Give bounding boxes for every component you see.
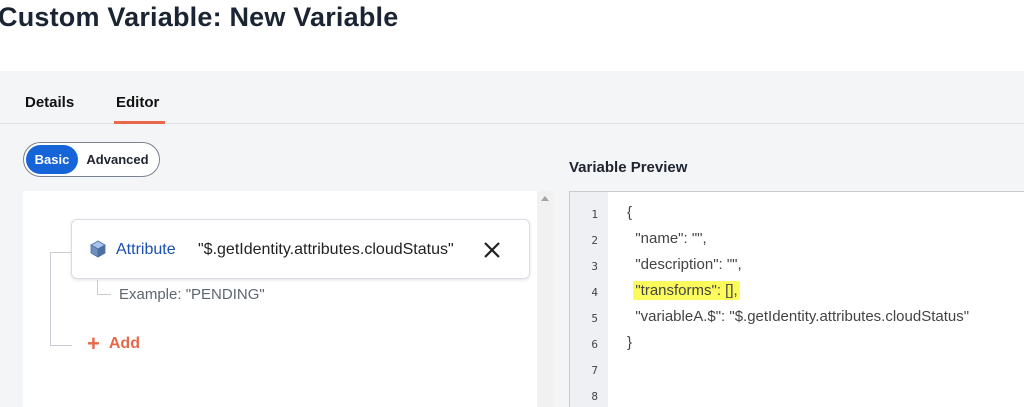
attribute-card[interactable]: Attribute "$.getIdentity.attributes.clou…: [71, 219, 530, 279]
tab-details[interactable]: Details: [25, 94, 74, 111]
tree-connector-add: [50, 345, 72, 346]
example-value: Example: "PENDING": [119, 286, 265, 303]
line-number: 7: [591, 364, 598, 377]
highlighted-code: "transforms": [],: [633, 281, 740, 300]
page-title: Custom Variable: New Variable: [0, 2, 399, 32]
line-number: 6: [591, 338, 598, 351]
line-number: 2: [591, 234, 598, 247]
line-number: 3: [591, 260, 598, 273]
example-connector-h: [97, 294, 111, 295]
scroll-up-icon[interactable]: [541, 196, 549, 201]
code-line: {: [627, 204, 633, 221]
basic-mode-button[interactable]: Basic: [26, 145, 78, 174]
example-connector: [97, 280, 98, 294]
advanced-mode-button[interactable]: Advanced: [78, 152, 157, 167]
code-preview-editor[interactable]: 1 2 3 4 5 6 7 8 { "name": "", "descripti…: [569, 191, 1024, 407]
line-number: 5: [591, 312, 598, 325]
attribute-value: "$.getIdentity.attributes.cloudStatus": [198, 241, 454, 258]
plus-icon: +: [87, 331, 100, 356]
code-line: "name": "",: [627, 230, 707, 247]
preview-title: Variable Preview: [569, 159, 688, 176]
add-label: Add: [108, 335, 140, 352]
code-line: }: [627, 334, 633, 351]
tab-bar: Details Editor: [0, 71, 1024, 124]
line-number: 8: [591, 390, 598, 403]
line-number: 4: [591, 286, 598, 299]
tree-connector: [50, 252, 72, 253]
line-number: 1: [591, 208, 598, 221]
mode-toggle: Basic Advanced: [23, 142, 160, 177]
code-line: "variableA.$": "$.getIdentity.attributes…: [627, 308, 970, 325]
close-icon[interactable]: [482, 240, 502, 260]
add-button[interactable]: + Add: [87, 331, 140, 356]
tree-connector-vertical: [50, 252, 51, 345]
tab-editor[interactable]: Editor: [116, 94, 159, 111]
line-number-gutter: 1 2 3 4 5 6 7 8: [570, 192, 608, 407]
code-line: "description": "",: [627, 256, 742, 273]
code-line-highlighted: "transforms": [],: [627, 281, 740, 300]
cube-icon: [90, 240, 106, 258]
attribute-type-label[interactable]: Attribute: [116, 241, 176, 259]
active-tab-indicator: [114, 121, 165, 124]
builder-scrollbar[interactable]: [537, 191, 554, 407]
